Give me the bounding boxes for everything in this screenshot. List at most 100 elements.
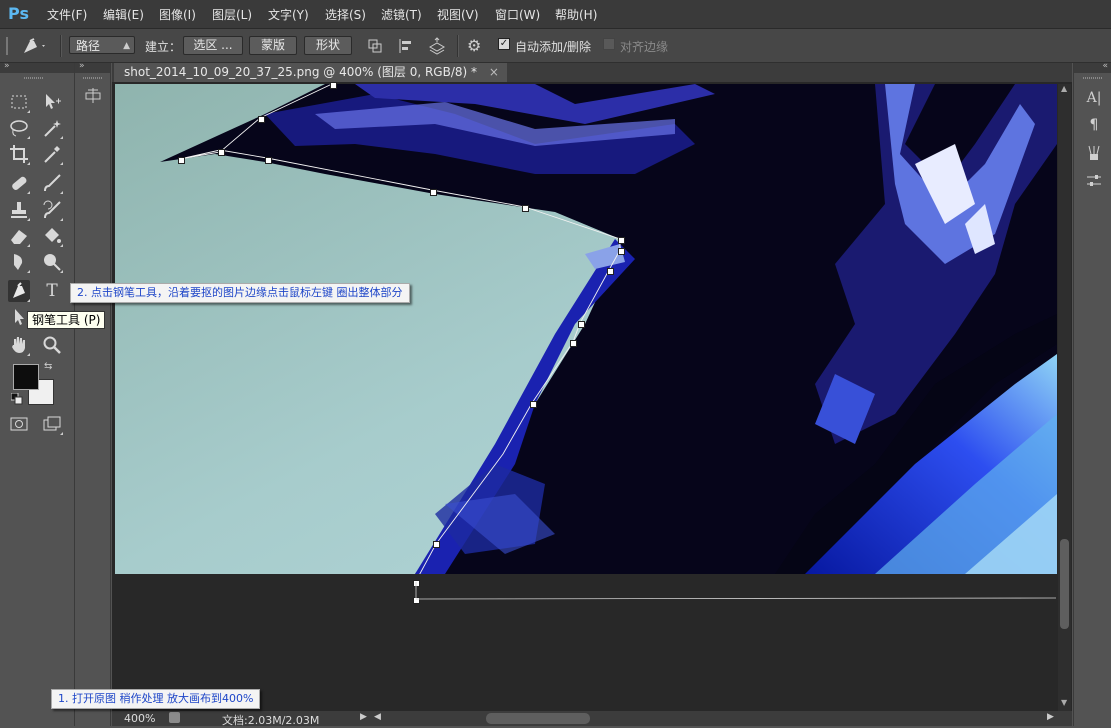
pen-icon xyxy=(24,38,45,53)
make-shape-button[interactable]: 形状 xyxy=(304,36,352,55)
character-panel-button[interactable]: A| xyxy=(1086,90,1102,106)
path-anchor-point[interactable] xyxy=(218,149,225,156)
path-operations-button[interactable] xyxy=(366,37,384,55)
options-bar: 路径 ▲ 建立： 选区 ... 蒙版 形状 ⚙ ✓ 自动添加/删除 对齐边缘 xyxy=(0,29,1111,63)
path-anchor-point[interactable] xyxy=(530,401,537,408)
menu-bar: Ps 文件(F) 编辑(E) 图像(I) 图层(L) 文字(Y) 选择(S) 滤… xyxy=(0,0,1111,29)
hand-tool[interactable] xyxy=(8,334,30,356)
annotation-step-2: 2. 点击钢笔工具，沿着要抠的图片边缘点击鼠标左键 圈出整体部分 xyxy=(70,283,410,303)
adjustments-panel-button[interactable] xyxy=(1086,173,1102,189)
magic-wand-tool[interactable] xyxy=(41,117,63,139)
path-anchor-point[interactable] xyxy=(618,237,625,244)
path-anchor-point[interactable] xyxy=(330,82,337,89)
scroll-left-icon[interactable]: ◀ xyxy=(374,712,381,722)
paragraph-panel-button[interactable]: ¶ xyxy=(1086,117,1102,133)
document-tab[interactable]: shot_2014_10_09_20_37_25.png @ 400% (图层 … xyxy=(114,63,507,82)
tool-preset-picker[interactable] xyxy=(20,36,46,56)
path-alignment-button[interactable] xyxy=(397,37,415,55)
menu-select[interactable]: 选择(S) xyxy=(325,6,366,23)
paint-bucket-tool[interactable] xyxy=(41,225,63,247)
close-icon[interactable]: × xyxy=(489,65,499,79)
scroll-up-icon[interactable]: ▲ xyxy=(1061,84,1067,93)
path-anchor-point[interactable] xyxy=(265,157,272,164)
make-selection-button[interactable]: 选区 ... xyxy=(183,36,243,55)
options-grip xyxy=(6,37,8,55)
brush-presets-panel-button[interactable] xyxy=(1086,145,1102,161)
path-mode-value: 路径 xyxy=(76,39,101,53)
crop-tool[interactable] xyxy=(8,143,30,165)
character-icon: A| xyxy=(1086,90,1102,106)
screen-mode-button[interactable] xyxy=(41,413,63,435)
path-anchor-point[interactable] xyxy=(618,248,625,255)
pen-tool-tooltip: 钢笔工具 (P) xyxy=(27,311,106,329)
path-anchor-point[interactable] xyxy=(607,268,614,275)
scroll-down-icon[interactable]: ▼ xyxy=(1061,698,1067,707)
menu-view[interactable]: 视图(V) xyxy=(437,6,479,23)
path-arrangement-button[interactable] xyxy=(428,37,446,55)
status-menu-icon[interactable]: ▶ xyxy=(360,712,367,722)
pen-tool[interactable] xyxy=(8,280,30,302)
move-tool[interactable] xyxy=(41,91,63,113)
gear-icon: ⚙ xyxy=(467,36,482,55)
align-edges-checkbox[interactable] xyxy=(603,38,615,50)
path-anchor-point[interactable] xyxy=(433,541,440,548)
default-colors-icon[interactable] xyxy=(10,392,23,405)
tools-grip xyxy=(24,77,44,79)
history-brush-tool[interactable] xyxy=(41,199,63,221)
eyedropper-tool[interactable] xyxy=(41,143,63,165)
options-separator xyxy=(60,35,62,57)
clone-stamp-tool[interactable] xyxy=(8,199,30,221)
canvas[interactable] xyxy=(115,84,1057,574)
path-anchor-point[interactable] xyxy=(430,189,437,196)
menu-file[interactable]: 文件(F) xyxy=(47,6,87,23)
collapse-icon[interactable]: » xyxy=(4,61,10,71)
tool-presets-button[interactable] xyxy=(83,85,103,105)
menu-help[interactable]: 帮助(H) xyxy=(555,6,597,23)
paragraph-icon: ¶ xyxy=(1089,117,1099,133)
brush-presets-icon xyxy=(1088,145,1100,160)
eraser-tool[interactable] xyxy=(8,225,30,247)
collapse-icon[interactable]: « xyxy=(1102,61,1108,71)
foreground-color-swatch[interactable] xyxy=(13,364,39,390)
scroll-right-icon[interactable]: ▶ xyxy=(1047,712,1054,722)
menu-filter[interactable]: 滤镜(T) xyxy=(381,6,422,23)
path-anchor-point[interactable] xyxy=(522,205,529,212)
horizontal-scroll-thumb[interactable] xyxy=(486,713,590,724)
dodge-tool[interactable] xyxy=(41,251,63,273)
quick-mask-icon xyxy=(10,417,28,431)
menu-type[interactable]: 文字(Y) xyxy=(268,6,309,23)
vertical-scrollbar[interactable]: ▲ ▼ xyxy=(1058,84,1071,711)
geometry-options-button[interactable]: ⚙ xyxy=(467,37,489,55)
tools-panel: » T ⇆ xyxy=(0,61,75,726)
menu-edit[interactable]: 编辑(E) xyxy=(103,6,144,23)
lasso-tool[interactable] xyxy=(8,117,30,139)
menu-window[interactable]: 窗口(W) xyxy=(495,6,540,23)
path-anchor-point[interactable] xyxy=(178,157,185,164)
type-tool[interactable]: T xyxy=(41,280,63,302)
path-anchor-point[interactable] xyxy=(570,340,577,347)
share-icon[interactable] xyxy=(169,712,180,723)
tools-panel-header: » xyxy=(0,61,74,73)
vertical-scroll-thumb[interactable] xyxy=(1060,539,1069,629)
zoom-level[interactable]: 400% xyxy=(124,712,155,725)
document-tab-bar: shot_2014_10_09_20_37_25.png @ 400% (图层 … xyxy=(112,63,1072,82)
brush-tool[interactable] xyxy=(41,172,63,194)
zoom-tool[interactable] xyxy=(41,334,63,356)
path-anchor-point[interactable] xyxy=(258,116,265,123)
quick-mask-button[interactable] xyxy=(8,413,30,435)
make-mask-button[interactable]: 蒙版 xyxy=(249,36,297,55)
right-dock-grip xyxy=(1083,77,1103,79)
marquee-tool[interactable] xyxy=(8,91,30,113)
expand-icon[interactable]: » xyxy=(79,61,85,71)
menu-image[interactable]: 图像(I) xyxy=(159,6,196,23)
healing-brush-tool[interactable] xyxy=(8,172,30,194)
path-mode-dropdown[interactable]: 路径 ▲ xyxy=(69,36,135,54)
collapsed-panel-dock: » xyxy=(75,61,111,726)
auto-add-delete-checkbox[interactable]: ✓ xyxy=(498,38,510,50)
path-operations-icon xyxy=(368,39,382,53)
swap-colors-icon[interactable]: ⇆ xyxy=(44,361,56,373)
path-anchor-point[interactable] xyxy=(578,321,585,328)
menu-layer[interactable]: 图层(L) xyxy=(212,6,252,23)
blur-tool[interactable] xyxy=(8,251,30,273)
tool-presets-icon xyxy=(85,88,101,103)
